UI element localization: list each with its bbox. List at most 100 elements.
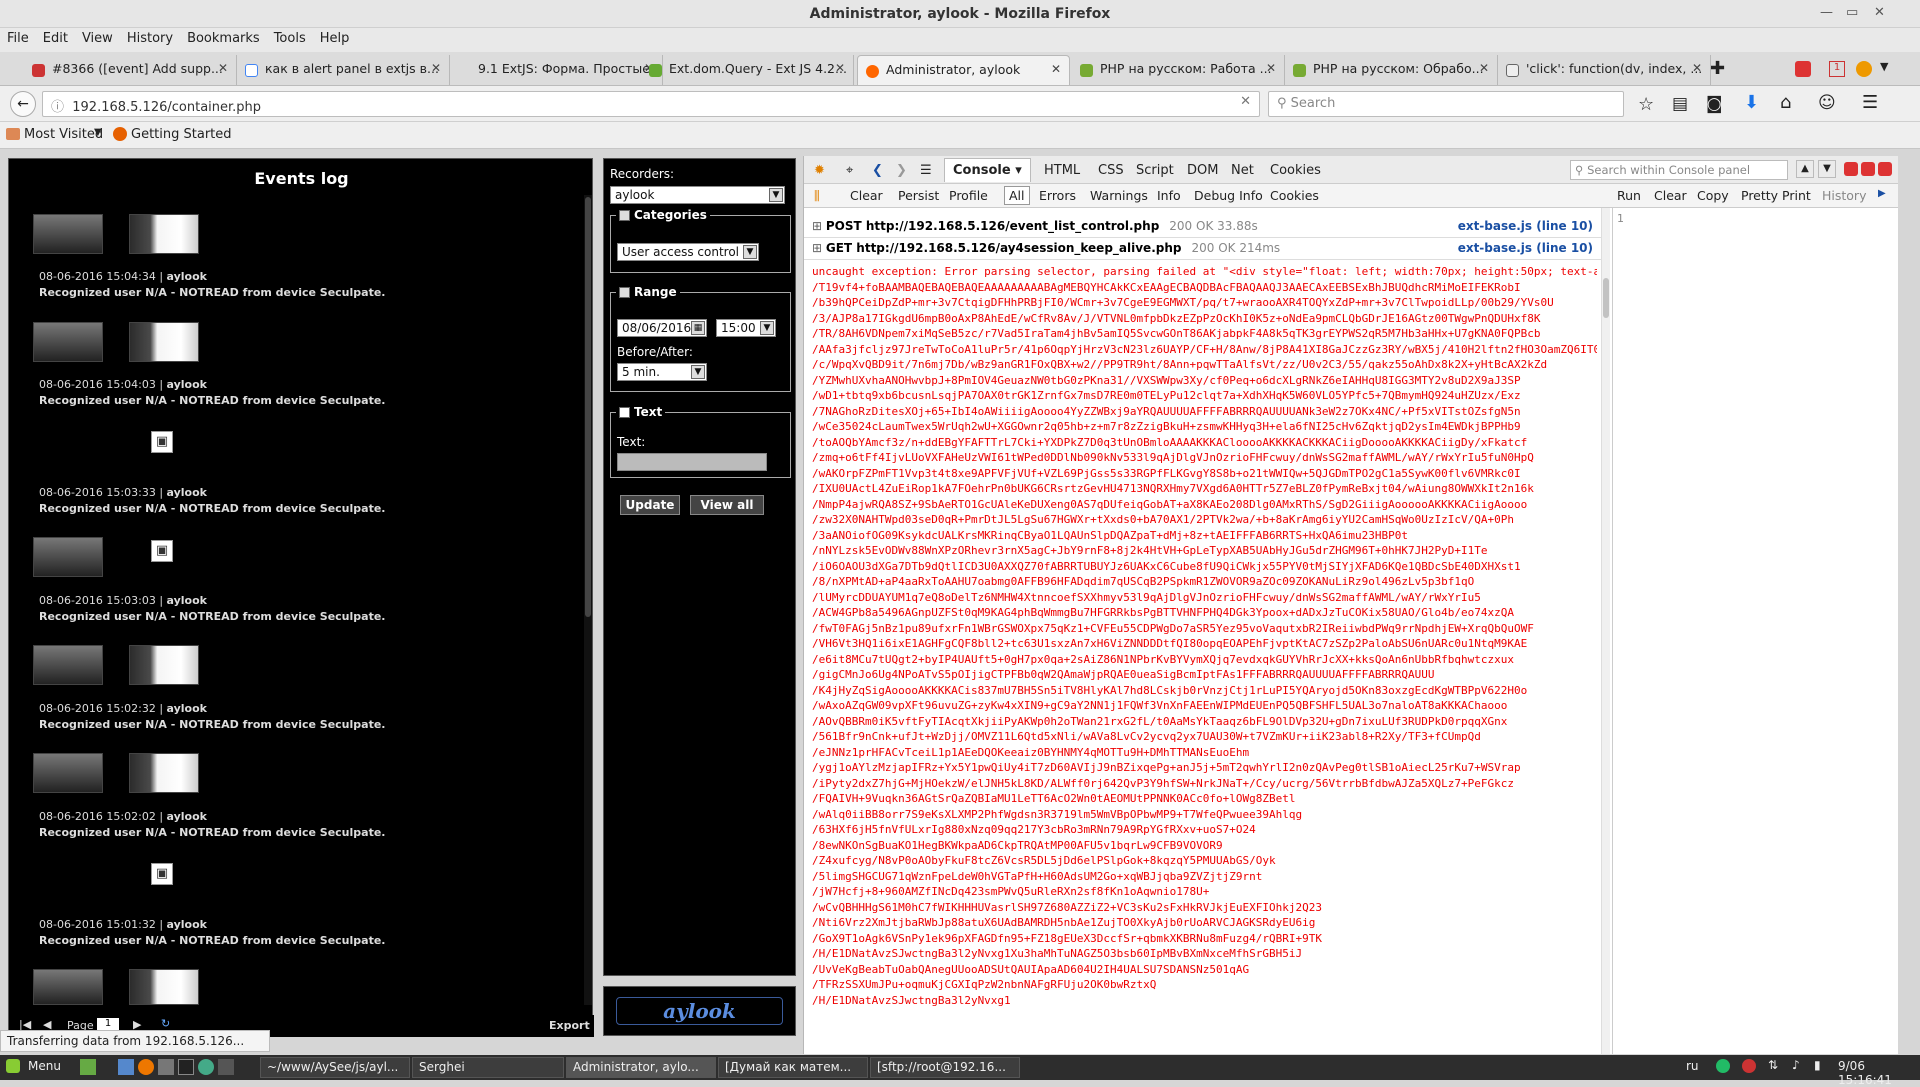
filter-all[interactable]: All xyxy=(1004,186,1030,205)
search-box[interactable]: ⚲ Search xyxy=(1268,91,1624,117)
close-window-icon[interactable]: ✕ xyxy=(1874,5,1885,20)
chevron-down-icon[interactable]: ▼ xyxy=(691,365,705,379)
getting-started-link[interactable]: Getting Started xyxy=(131,127,232,142)
text-input[interactable] xyxy=(617,453,767,471)
keyboard-layout[interactable]: ru xyxy=(1686,1059,1699,1073)
events-scrollbar[interactable] xyxy=(584,195,592,1005)
time-field[interactable]: 15:00 ▼ xyxy=(716,319,776,337)
snapshot-thumbnail[interactable] xyxy=(129,753,199,793)
snapshot-thumbnail[interactable] xyxy=(33,969,103,1005)
tab-css[interactable]: CSS xyxy=(1098,163,1124,178)
badge-icon[interactable]: 1 xyxy=(1829,61,1845,77)
mint-menu-icon[interactable] xyxy=(6,1059,20,1073)
app-icon[interactable] xyxy=(218,1059,234,1075)
command-line-icon[interactable]: ☰ xyxy=(920,163,932,178)
clear-url-icon[interactable]: ✕ xyxy=(1240,94,1251,109)
text-legend[interactable]: Text xyxy=(616,405,666,419)
menu-file[interactable]: File xyxy=(0,28,36,49)
close-tab-icon[interactable]: ✕ xyxy=(1051,62,1061,76)
bookmark-star-icon[interactable]: ☆ xyxy=(1638,94,1654,115)
volume-icon[interactable]: ♪ xyxy=(1792,1058,1800,1072)
browser-tab-active[interactable]: Administrator, aylook ✕ xyxy=(857,55,1070,85)
inspect-icon[interactable]: ⌖ xyxy=(846,163,853,178)
snapshot-thumbnail[interactable] xyxy=(33,645,103,685)
category-select[interactable]: User access control ▼ xyxy=(617,243,759,261)
image-placeholder-icon[interactable]: ▣ xyxy=(151,863,173,885)
range-legend[interactable]: Range xyxy=(616,285,680,299)
calendar-icon[interactable]: ▦ xyxy=(691,321,705,335)
close-tab-icon[interactable]: ✕ xyxy=(431,61,441,75)
files-icon[interactable] xyxy=(118,1059,134,1075)
expand-icon[interactable]: ⊞ xyxy=(812,219,826,233)
recorders-select[interactable]: aylook ▼ xyxy=(610,186,785,204)
taskbar-item[interactable]: [Думай как матем... xyxy=(718,1057,868,1078)
desktop-icon[interactable] xyxy=(80,1059,96,1075)
most-visited-link[interactable]: Most Visited xyxy=(24,127,103,142)
home-icon[interactable]: ⌂ xyxy=(1780,92,1791,113)
snapshot-thumbnail[interactable] xyxy=(33,214,103,254)
request-row[interactable]: ⊞ POST http://192.168.5.126/event_list_c… xyxy=(804,216,1601,238)
filter-cookies[interactable]: Cookies xyxy=(1270,188,1319,203)
snapshot-thumbnail[interactable] xyxy=(33,753,103,793)
browser-tab[interactable]: PHP на русском: Работа ... ✕ xyxy=(1072,55,1285,85)
chevron-down-icon[interactable]: ▼ xyxy=(760,321,774,335)
categories-legend[interactable]: Categories xyxy=(616,208,710,222)
downloads-icon[interactable]: ⬇ xyxy=(1744,92,1759,113)
terminal-icon[interactable] xyxy=(178,1059,194,1075)
menu-history[interactable]: History xyxy=(120,28,180,49)
url-bar[interactable]: ⓘ 192.168.5.126/container.php ✕ xyxy=(42,91,1260,117)
console-scrollbar[interactable] xyxy=(1601,208,1610,1054)
update-icon[interactable] xyxy=(1716,1059,1730,1073)
snapshot-thumbnail[interactable] xyxy=(33,537,103,577)
menu-help[interactable]: Help xyxy=(313,28,357,49)
menu-bookmarks[interactable]: Bookmarks xyxy=(180,28,267,49)
source-link[interactable]: ext-base.js (line 10) xyxy=(1458,241,1593,255)
back-arrow-icon[interactable]: ❮ xyxy=(872,163,883,178)
menu-button[interactable]: Menu xyxy=(28,1059,61,1073)
image-placeholder-icon[interactable]: ▣ xyxy=(151,431,173,453)
menu-edit[interactable]: Edit xyxy=(36,28,75,49)
close-tab-icon[interactable]: ✕ xyxy=(1692,61,1702,75)
browser-tab[interactable]: 'click': function(dv, index, ... ✕ xyxy=(1498,55,1711,85)
restore-icon[interactable]: ▭ xyxy=(1846,5,1858,20)
taskbar-item[interactable]: ~/www/AySee/js/ayl... xyxy=(260,1057,410,1078)
history-button[interactable]: History xyxy=(1822,188,1866,203)
pause-icon[interactable]: ⫼ xyxy=(814,188,820,204)
image-placeholder-icon[interactable]: ▣ xyxy=(151,540,173,562)
profile-button[interactable]: Profile xyxy=(949,188,988,203)
close-firebug-icon[interactable] xyxy=(1878,162,1892,176)
pretty-print-button[interactable]: Pretty Print xyxy=(1741,188,1811,203)
chat-icon[interactable]: ☺ xyxy=(1818,93,1836,113)
network-icon[interactable]: ⇅ xyxy=(1768,1058,1778,1072)
export-button[interactable]: Export xyxy=(549,1019,590,1032)
filter-warnings[interactable]: Warnings xyxy=(1090,188,1148,203)
request-row[interactable]: ⊞ GET http://192.168.5.126/ay4session_ke… xyxy=(804,238,1601,260)
system-icon[interactable] xyxy=(158,1059,174,1075)
snapshot-thumbnail[interactable] xyxy=(129,322,199,362)
chevron-down-icon[interactable]: ▼ xyxy=(94,127,102,138)
expand-icon[interactable]: ▶ xyxy=(1878,188,1886,199)
snapshot-thumbnail[interactable] xyxy=(129,969,199,1005)
filter-info[interactable]: Info xyxy=(1157,188,1181,203)
console-search-input[interactable]: ⚲ Search within Console panel xyxy=(1570,160,1788,180)
browser-tab[interactable]: PHP на русском: Обрабо... ✕ xyxy=(1285,55,1498,85)
filter-errors[interactable]: Errors xyxy=(1039,188,1076,203)
detach-firebug-icon[interactable] xyxy=(1861,162,1875,176)
back-button[interactable]: ← xyxy=(10,91,36,117)
hamburger-menu-icon[interactable]: ☰ xyxy=(1862,92,1878,113)
source-link[interactable]: ext-base.js (line 10) xyxy=(1458,219,1593,233)
tab-net[interactable]: Net xyxy=(1231,163,1254,178)
new-tab-icon[interactable]: ✚ xyxy=(1710,58,1725,79)
command-editor[interactable]: 1 xyxy=(1612,208,1898,1054)
close-tab-icon[interactable]: ✕ xyxy=(835,61,845,75)
firefox-launcher-icon[interactable] xyxy=(138,1059,154,1075)
clear-button[interactable]: Clear xyxy=(850,188,883,203)
tab-list-icon[interactable]: ▼ xyxy=(1880,60,1888,73)
extension-icon[interactable] xyxy=(1856,61,1872,77)
close-tab-icon[interactable]: ✕ xyxy=(1266,61,1276,75)
firebug-icon[interactable]: ✹ xyxy=(814,163,825,178)
battery-icon[interactable]: ▮ xyxy=(1814,1058,1821,1072)
run-button[interactable]: Run xyxy=(1617,188,1641,203)
persist-button[interactable]: Persist xyxy=(898,188,939,203)
pocket-icon[interactable]: ◙ xyxy=(1706,94,1723,114)
